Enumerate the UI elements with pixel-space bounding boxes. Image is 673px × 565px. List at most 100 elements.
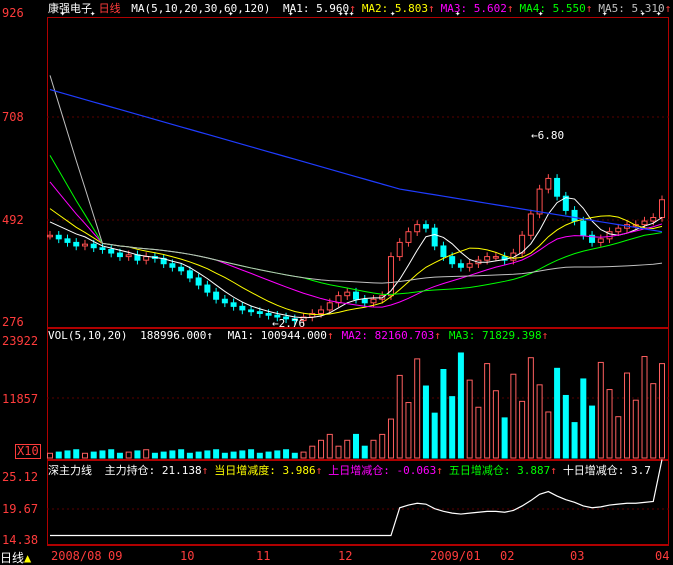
candle-body	[597, 238, 604, 243]
volume-bar	[81, 452, 88, 459]
candle-body	[387, 256, 394, 297]
volume-bar	[597, 361, 604, 459]
volume-bar	[361, 445, 368, 459]
candle-body	[457, 263, 464, 268]
volume-bar	[47, 452, 53, 459]
volume-bar	[510, 373, 517, 459]
volume-bar	[125, 451, 132, 459]
volume-bar	[151, 452, 158, 459]
candle-body	[326, 302, 333, 311]
volume-bar	[379, 433, 386, 459]
volume-bar	[414, 358, 421, 459]
volume-bar	[370, 439, 377, 459]
ma-line-60	[49, 75, 663, 284]
candle-body	[64, 238, 71, 243]
candle-body	[554, 177, 561, 197]
candle-body	[527, 213, 534, 236]
high-marker-label: 6.80	[537, 129, 565, 142]
candle-body	[108, 249, 115, 254]
volume-bar	[422, 385, 429, 459]
ma-line-120	[49, 89, 663, 233]
volume-bar	[213, 449, 220, 459]
volume-bar	[431, 412, 438, 459]
volume-bar	[457, 352, 464, 459]
candle-body	[405, 231, 412, 243]
volume-bar	[353, 433, 359, 459]
volume-bar	[335, 445, 342, 459]
candle-body	[536, 188, 543, 215]
candle-body	[265, 312, 272, 316]
volume-bar	[55, 451, 62, 459]
volume-bar	[274, 450, 281, 459]
volume-bar	[405, 402, 412, 459]
candle-body	[440, 245, 447, 258]
volume-bar	[650, 383, 657, 459]
volume-bar	[589, 405, 596, 459]
volume-bar	[90, 451, 97, 459]
volume-bar	[440, 369, 447, 459]
volume-bar	[134, 450, 141, 459]
candle-body	[641, 220, 648, 226]
high-marker: ←6.80	[531, 129, 565, 142]
volume-bar	[73, 449, 80, 459]
candle-body	[116, 252, 123, 258]
candle-body	[178, 266, 185, 272]
volume-bar	[283, 449, 290, 459]
candle-body	[134, 254, 141, 261]
candle-body	[90, 243, 97, 249]
volume-bar	[659, 363, 665, 459]
candle-body	[125, 254, 132, 258]
volume-bar	[554, 367, 561, 459]
low-marker: ←2.76	[272, 317, 306, 330]
candle-body	[204, 284, 211, 293]
volume-bar	[318, 439, 325, 459]
volume-bar	[632, 399, 639, 459]
volume-bar	[624, 372, 631, 459]
candle-body	[256, 311, 263, 314]
main-force-line	[50, 459, 663, 537]
candle-body	[221, 298, 228, 304]
candle-body	[422, 224, 429, 229]
volume-bar	[571, 422, 578, 459]
candle-body	[99, 247, 106, 251]
stock-chart-window: { "stock": { "name": "康强电子", "period": "…	[0, 0, 673, 565]
volume-bar	[230, 451, 237, 459]
volume-bar	[178, 449, 185, 459]
candle-body	[47, 234, 53, 238]
volume-bar	[606, 389, 613, 459]
candle-body	[492, 256, 499, 259]
candle-body	[545, 177, 552, 190]
volume-bar	[615, 416, 622, 459]
volume-bar	[466, 379, 473, 459]
volume-bar	[449, 396, 456, 459]
volume-bar	[186, 452, 193, 459]
candle-body	[396, 241, 403, 258]
volume-bar	[536, 384, 543, 459]
candle-body	[615, 227, 622, 233]
volume-bar	[143, 449, 150, 459]
volume-bar	[519, 400, 526, 459]
candle-body	[571, 209, 578, 222]
chart-canvas	[47, 75, 669, 537]
volume-bar	[99, 450, 106, 459]
volume-bar	[256, 452, 263, 459]
candle-body	[230, 302, 237, 307]
candle-body	[580, 220, 587, 236]
candle-body	[414, 224, 421, 233]
volume-bar	[265, 451, 272, 459]
candle-body	[370, 298, 377, 304]
candle-body	[169, 263, 176, 268]
candle-body	[248, 309, 255, 313]
volume-bar	[501, 417, 508, 459]
candle-body	[484, 256, 491, 261]
volume-bar	[309, 445, 316, 459]
candle-body	[239, 305, 246, 311]
volume-bar	[387, 418, 394, 459]
volume-bar	[169, 450, 176, 459]
volume-bar	[396, 374, 403, 459]
candle-body	[431, 227, 438, 247]
candle-body	[213, 291, 220, 300]
volume-bar	[300, 451, 307, 459]
candle-body	[55, 234, 62, 240]
candle-body	[186, 270, 193, 279]
